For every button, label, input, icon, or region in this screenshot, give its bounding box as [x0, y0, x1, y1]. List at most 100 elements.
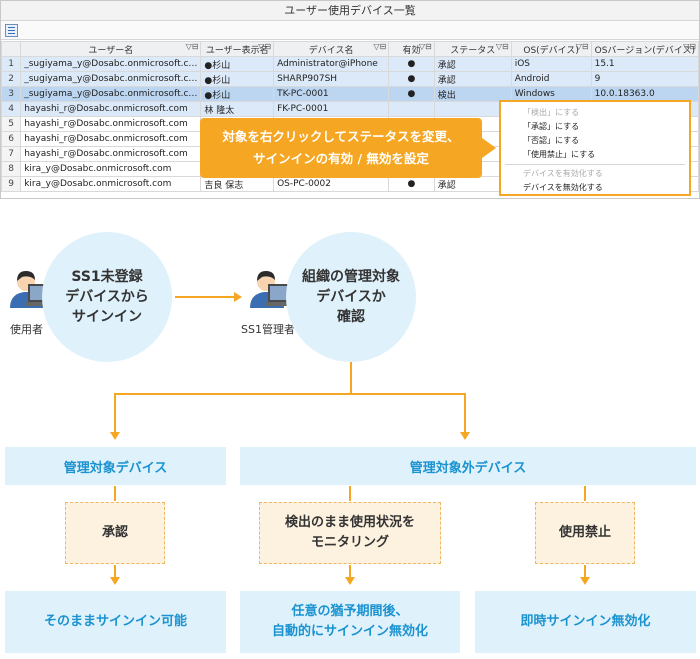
callout-line: サインインの有効 / 無効を設定 — [253, 151, 429, 166]
step-text: 確認 — [337, 309, 365, 325]
cell-status: 承認 — [433, 56, 512, 72]
row-number: 4 — [1, 101, 22, 117]
action-monitor: 検出のまま使用状況を モニタリング — [259, 502, 441, 564]
step-text: SS1未登録 — [71, 269, 143, 285]
action-ban: 使用禁止 — [535, 502, 635, 564]
column-header-user[interactable]: ユーザー名 ▽⊟ — [20, 41, 202, 57]
row-number: 7 — [1, 146, 22, 162]
arrow-head-icon — [234, 292, 242, 302]
column-header-os-version[interactable]: OSバージョン(デバイス) ▽⊟ — [590, 41, 699, 57]
step-check-circle: 組織の管理対象 デバイスか 確認 — [286, 232, 416, 362]
export-list-icon[interactable] — [5, 24, 18, 37]
row-number: 2 — [1, 71, 22, 87]
cell-display-name: ●杉山 — [200, 71, 275, 87]
cell-enabled: ● — [388, 176, 435, 192]
menu-separator — [505, 164, 685, 165]
result-text: 任意の猶予期間後、 — [291, 604, 409, 619]
row-number: 6 — [1, 131, 22, 147]
filter-icon[interactable]: ▽⊟ — [496, 43, 509, 52]
row-number: 3 — [1, 86, 22, 102]
arrow-head-icon — [460, 432, 470, 440]
cell-user: hayashi_r@Dosabc.onmicrosoft.com — [20, 146, 202, 162]
row-number: 5 — [1, 116, 22, 132]
device-list-window: ユーザー使用デバイス一覧 ユーザー名 ▽⊟ ユーザー表示名 ▽⊟ デバイス名 ▽⊟ 有… — [0, 0, 700, 199]
row-number: 1 — [1, 56, 22, 72]
window-title: ユーザー使用デバイス一覧 — [1, 1, 699, 21]
column-header-display-name[interactable]: ユーザー表示名 ▽⊟ — [200, 41, 275, 57]
step-text: 組織の管理対象 — [302, 269, 400, 285]
step-signin-circle: SS1未登録 デバイスから サインイン — [42, 232, 172, 362]
action-text: 検出のまま使用状況を — [284, 515, 415, 530]
arrow-head-icon — [110, 577, 120, 585]
step-text: デバイスか — [316, 289, 386, 305]
connector-line — [114, 393, 116, 433]
filter-icon[interactable]: ▽⊟ — [258, 43, 271, 52]
cell-enabled: ● — [388, 71, 435, 87]
menu-item-set-banned[interactable]: 「使用禁止」にする — [501, 148, 689, 162]
connector-line — [114, 486, 116, 501]
cell-user: _sugiyama_y@Dosabc.onmicrosoft.c… — [20, 71, 202, 87]
menu-item-enable-device[interactable]: デバイスを有効化する — [501, 167, 689, 181]
cell-user: hayashi_r@Dosabc.onmicrosoft.com — [20, 116, 202, 132]
toolbar — [1, 21, 699, 40]
step-text: サインイン — [72, 309, 142, 325]
cell-device: OS-PC-0002 — [273, 176, 390, 192]
result-signin-allowed: そのままサインイン可能 — [5, 591, 226, 653]
result-grace-disable: 任意の猶予期間後、 自動的にサインイン無効化 — [240, 591, 460, 653]
step-text: デバイスから — [65, 289, 149, 305]
menu-item-disable-device[interactable]: デバイスを無効化する — [501, 181, 689, 195]
menu-item-set-denied[interactable]: 「否認」にする — [501, 134, 689, 148]
cell-display-name: ●杉山 — [200, 86, 275, 102]
row-number: 8 — [1, 161, 22, 177]
unmanaged-device-category: 管理対象外デバイス — [240, 447, 696, 485]
managed-device-category: 管理対象デバイス — [5, 447, 226, 485]
table-row[interactable]: 1 _sugiyama_y@Dosabc.onmicrosoft.c… ●杉山 … — [1, 56, 699, 72]
callout-line: 対象を右クリックしてステータスを変更、 — [222, 129, 460, 144]
connector-line — [349, 486, 351, 501]
column-header-device[interactable]: デバイス名 ▽⊟ — [273, 41, 390, 57]
cell-user: _sugiyama_y@Dosabc.onmicrosoft.c… — [20, 56, 202, 72]
action-text: モニタリング — [310, 535, 389, 550]
arrow-head-icon — [110, 432, 120, 440]
connector-line — [350, 362, 352, 394]
cell-os-version: 9 — [590, 71, 699, 87]
result-text: 自動的にサインイン無効化 — [271, 624, 428, 639]
row-number-header — [1, 41, 22, 57]
arrow-head-icon — [580, 577, 590, 585]
table-row[interactable]: 2 _sugiyama_y@Dosabc.onmicrosoft.c… ●杉山 … — [1, 71, 699, 87]
admin-label: SS1管理者 — [241, 323, 295, 336]
filter-icon[interactable]: ▽⊟ — [683, 43, 696, 52]
column-header-status[interactable]: ステータス ▽⊟ — [433, 41, 512, 57]
cell-os: Android — [510, 71, 592, 87]
cell-user: hayashi_r@Dosabc.onmicrosoft.com — [20, 131, 202, 147]
cell-display-name: ●杉山 — [200, 56, 275, 72]
filter-icon[interactable]: ▽⊟ — [373, 43, 386, 52]
cell-device: SHARP907SH — [273, 71, 390, 87]
arrow — [175, 296, 235, 298]
filter-icon[interactable]: ▽⊟ — [419, 43, 432, 52]
connector-line — [584, 486, 586, 501]
cell-display-name: 林 隆太 — [200, 101, 275, 117]
result-immediate-disable: 即時サインイン無効化 — [475, 591, 696, 653]
cell-enabled: ● — [388, 86, 435, 102]
action-approve: 承認 — [65, 502, 165, 564]
menu-item-set-detected[interactable]: 「検出」にする — [501, 106, 689, 120]
cell-enabled — [388, 101, 435, 117]
instruction-callout: 対象を右クリックしてステータスを変更、 サインインの有効 / 無効を設定 — [200, 118, 496, 178]
column-header-enabled[interactable]: 有効 ▽⊟ — [388, 41, 435, 57]
cell-display-name: 吉良 保志 — [200, 176, 275, 192]
cell-user: _sugiyama_y@Dosabc.onmicrosoft.c… — [20, 86, 202, 102]
cell-user: kira_y@Dosabc.onmicrosoft.com — [20, 176, 202, 192]
menu-item-set-approved[interactable]: 「承認」にする — [501, 120, 689, 134]
filter-icon[interactable]: ▽⊟ — [186, 43, 199, 52]
filter-icon[interactable]: ▽⊟ — [576, 43, 589, 52]
row-number: 9 — [1, 176, 22, 192]
table-header-row: ユーザー名 ▽⊟ ユーザー表示名 ▽⊟ デバイス名 ▽⊟ 有効 ▽⊟ ステータス ▽⊟ O… — [1, 41, 699, 57]
cell-status: 承認 — [433, 71, 512, 87]
cell-device: FK-PC-0001 — [273, 101, 390, 117]
cell-user: kira_y@Dosabc.onmicrosoft.com — [20, 161, 202, 177]
connector-line — [464, 393, 466, 433]
user-label: 使用者 — [10, 323, 43, 336]
column-header-os[interactable]: OS(デバイス) ▽⊟ — [510, 41, 592, 57]
context-menu: 「検出」にする 「承認」にする 「否認」にする 「使用禁止」にする デバイスを有… — [499, 100, 691, 196]
